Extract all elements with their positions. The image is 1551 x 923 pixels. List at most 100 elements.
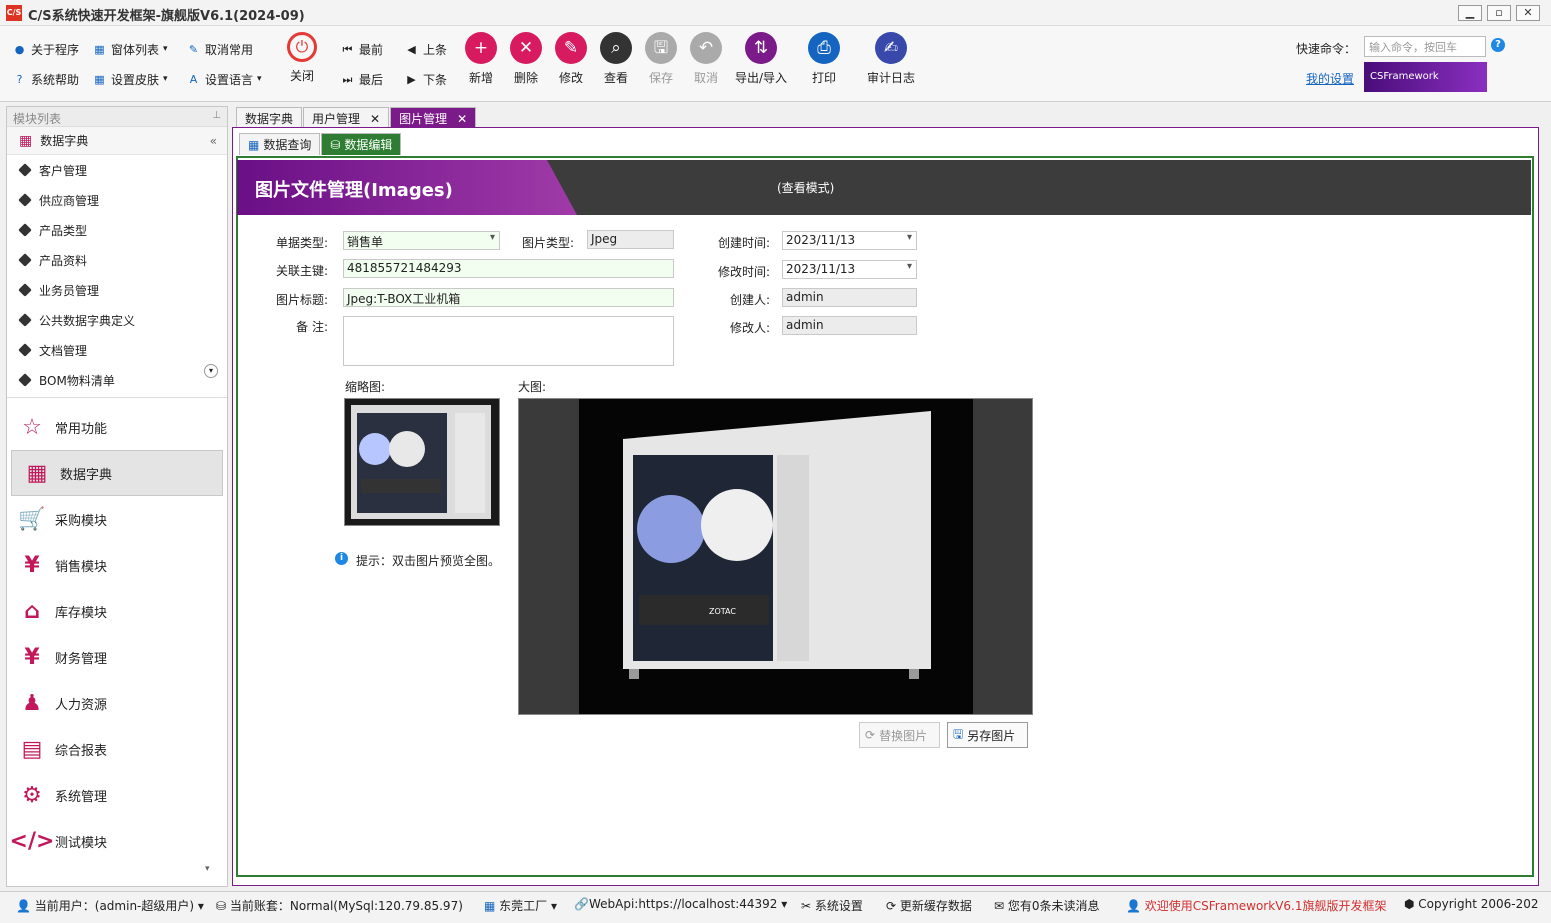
report-icon: ▤ [21, 736, 43, 762]
star-icon: ☆ [22, 414, 42, 440]
cancel-icon: ↶ [690, 32, 722, 64]
last-record-button[interactable]: ⏭ 最后 [340, 70, 383, 88]
remark-textarea[interactable] [343, 316, 674, 366]
cube-icon [18, 193, 32, 207]
module-item[interactable]: 🛒 采购模块 [7, 496, 227, 542]
sidebar-header: 模块列表 ⊥ [7, 107, 227, 127]
status-settings[interactable]: ✂ 系统设置 [801, 897, 863, 914]
first-record-button[interactable]: ⏮ 最前 [340, 40, 383, 58]
module-item[interactable]: ▦ 数据字典 [11, 450, 223, 496]
creator-label: 创建人: [729, 293, 770, 307]
status-copyright: ⬢ Copyright 2006-202 [1404, 897, 1539, 911]
toolbar-button-7[interactable]: ⎙ 打印 [802, 32, 846, 86]
modifier-field[interactable]: admin [782, 316, 917, 335]
cube-icon [18, 313, 32, 327]
collapse-icon[interactable]: « [210, 134, 217, 148]
my-settings-link[interactable]: 我的设置 [1306, 70, 1354, 87]
status-user[interactable]: 👤 当前用户：(admin-超级用户) ▾ [16, 897, 204, 914]
maximize-button[interactable]: ▫ [1487, 5, 1511, 21]
pin-icon[interactable]: ⊥ [212, 110, 221, 121]
module-item[interactable]: ⚙ 系统管理 [7, 772, 227, 818]
cube-icon [18, 253, 32, 267]
scroll-down-icon[interactable]: ▾ [204, 364, 218, 378]
toolbar-item-3[interactable]: ? 系统帮助 [12, 70, 79, 88]
module-item[interactable]: ¥ 销售模块 [7, 542, 227, 588]
toolbar-button-1[interactable]: ✕ 删除 [504, 32, 548, 86]
status-refresh-cache[interactable]: ⟳ 更新缓存数据 [886, 897, 972, 914]
toolbar-item-0[interactable]: ● 关于程序 [12, 40, 79, 58]
current-module-header: ▦ 数据字典 « [7, 127, 227, 155]
toolbar-button-2[interactable]: ✎ 修改 [549, 32, 593, 86]
toolbar-button-5[interactable]: ↶ 取消 [684, 32, 728, 86]
tab-data-query[interactable]: ▦ 数据查询 [239, 133, 321, 155]
toolbar-button-3[interactable]: ⌕ 查看 [594, 32, 638, 86]
key-field[interactable]: 481855721484293 [343, 259, 674, 278]
sidebar-item[interactable]: 公共数据字典定义 [7, 305, 227, 335]
quick-command-label: 快速命令： [1296, 42, 1357, 56]
module-item[interactable]: ¥ 财务管理 [7, 634, 227, 680]
sidebar-item[interactable]: 产品资料 [7, 245, 227, 275]
toolbar-item-2[interactable]: ✎ 取消常用 [186, 40, 253, 58]
replace-image-button[interactable]: ⟳ 替换图片 [859, 722, 940, 748]
about-icon: ● [14, 42, 25, 56]
save-as-image-button[interactable]: 🖫 另存图片 [947, 722, 1028, 748]
title-field[interactable]: Jpeg:T-BOX工业机箱 [343, 288, 674, 307]
mode-label: (查看模式) [777, 181, 835, 195]
toolbar-item-1[interactable]: ▦ 窗体列表 ▾ [92, 40, 167, 58]
status-factory[interactable]: ▦ 东莞工厂 ▾ [484, 897, 557, 914]
sidebar-item[interactable]: 文档管理 [7, 335, 227, 365]
img-type-field[interactable]: Jpeg [587, 230, 674, 249]
sidebar-item[interactable]: 产品类型 [7, 215, 227, 245]
large-image[interactable]: ZOTAC [518, 398, 1033, 715]
toolbar-button-8[interactable]: ✍ 审计日志 [862, 32, 920, 86]
sidebar-menu-icon[interactable]: ▾ [205, 864, 210, 874]
next-record-button[interactable]: ▶ 下条 [404, 70, 447, 88]
building-icon: ▦ [484, 899, 500, 913]
module-item[interactable]: ⌂ 库存模块 [7, 588, 227, 634]
brand-banner: CSFramework [1364, 62, 1487, 92]
tab-user-management[interactable]: 用户管理 ✕ [303, 107, 390, 129]
minimize-button[interactable]: ▁ [1458, 5, 1482, 21]
quick-command-input[interactable]: 输入命令，按回车 [1364, 36, 1486, 57]
tab-data-dictionary[interactable]: 数据字典 [236, 107, 303, 129]
status-webapi[interactable]: 🔗WebApi:https://localhost:44392 ▾ [574, 897, 787, 911]
toolbar-item-5[interactable]: A 设置语言 ▾ [186, 70, 262, 88]
created-date-field[interactable]: 2023/11/13 [782, 231, 917, 250]
title-bar: C/S C/S系统快速开发框架-旗舰版V6.1(2024-09) ▁ ▫ ✕ [0, 0, 1551, 26]
modified-date-field[interactable]: 2023/11/13 [782, 260, 917, 279]
thumbnail-image[interactable] [344, 398, 500, 526]
prev-record-button[interactable]: ◀ 上条 [404, 40, 447, 58]
cube-icon [18, 163, 32, 177]
arrow-right-icon: ▶ [407, 72, 416, 86]
close-window-button[interactable]: ✕ [1516, 5, 1540, 21]
sidebar-item[interactable]: 业务员管理 [7, 275, 227, 305]
link-icon: 🔗 [574, 897, 589, 911]
sidebar-item[interactable]: 客户管理 [7, 155, 227, 185]
module-item[interactable]: ☆ 常用功能 [7, 404, 227, 450]
doc-type-label: 单据类型: [275, 236, 328, 250]
creator-field[interactable]: admin [782, 288, 917, 307]
module-item[interactable]: ♟ 人力资源 [7, 680, 227, 726]
tab-data-edit[interactable]: ⛁ 数据编辑 [321, 133, 402, 155]
cart-icon: 🛒 [18, 506, 46, 532]
toolbar-button-6[interactable]: ⇅ 导出/导入 [732, 32, 790, 86]
close-icon[interactable]: ✕ [457, 112, 467, 126]
module-item[interactable]: </> 测试模块 [7, 818, 227, 864]
status-messages[interactable]: ✉ 您有0条未读消息 [994, 897, 1100, 914]
print-icon: ⎙ [808, 32, 840, 64]
status-account: ⛁ 当前账套：Normal(MySql:120.79.85.97) [216, 899, 463, 913]
toolbar-button-0[interactable]: + 新增 [459, 32, 503, 86]
delete-icon: ✕ [510, 32, 542, 64]
close-button[interactable]: ⏻ 关闭 [280, 32, 324, 84]
sidebar-item[interactable]: BOM物料清单 [7, 365, 227, 395]
toolbar-button-4[interactable]: 🖫 保存 [639, 32, 683, 86]
close-icon[interactable]: ✕ [370, 112, 380, 126]
toolbar-item-4[interactable]: ▦ 设置皮肤 ▾ [92, 70, 167, 88]
skip-last-icon: ⏭ [342, 72, 353, 86]
tab-image-management[interactable]: 图片管理 ✕ [390, 107, 477, 129]
sidebar-item[interactable]: 供应商管理 [7, 185, 227, 215]
modified-label: 修改时间: [717, 265, 770, 279]
help-circle-icon[interactable]: ? [1491, 38, 1505, 52]
doc-type-select[interactable]: 销售单 [343, 231, 500, 250]
module-item[interactable]: ▤ 综合报表 [7, 726, 227, 772]
